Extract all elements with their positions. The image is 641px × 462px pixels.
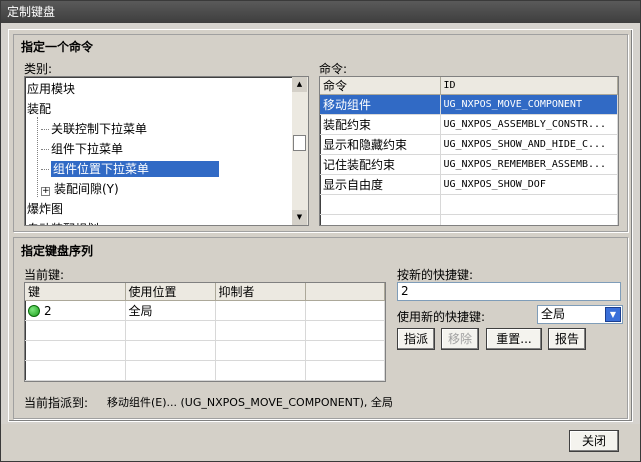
specify-command-title: 指定一个命令 bbox=[21, 40, 94, 54]
command-name: 显示和隐藏约束 bbox=[320, 134, 441, 155]
close-button[interactable]: 关闭 bbox=[569, 430, 619, 452]
empty-cell bbox=[305, 300, 385, 321]
empty-cell bbox=[25, 340, 126, 361]
current-keys-list[interactable]: 键 使用位置 抑制者 2 全局 bbox=[24, 282, 386, 382]
use-location-select[interactable]: 全局 ▼ bbox=[537, 305, 623, 324]
category-item[interactable]: 爆炸图 bbox=[27, 199, 63, 219]
column-header-command[interactable]: 命令 bbox=[320, 77, 441, 95]
command-row[interactable]: 显示和隐藏约束 UG_NXPOS_SHOW_AND_HIDE_C... bbox=[320, 134, 618, 155]
tree-connector bbox=[41, 169, 49, 170]
scroll-down-icon[interactable]: ▼ bbox=[292, 210, 307, 225]
empty-cell bbox=[215, 340, 306, 361]
dialog-body: 指定一个命令 类别: 命令: 应用模块装配关联控制下拉菜单 组件下拉菜单组件位置下… bbox=[8, 29, 633, 422]
report-button[interactable]: 报告 bbox=[548, 328, 586, 350]
current-keys-label: 当前键: bbox=[24, 268, 65, 282]
category-item[interactable]: 关联控制下拉菜单 bbox=[41, 119, 147, 139]
category-item[interactable]: 自动装配规划 bbox=[27, 219, 99, 225]
category-item-label: 自动装配规划 bbox=[27, 222, 99, 225]
command-name bbox=[320, 214, 441, 225]
command-row[interactable]: 记住装配约束 UG_NXPOS_REMEMBER_ASSEMB... bbox=[320, 154, 618, 175]
empty-cell bbox=[25, 360, 126, 381]
use-new-shortcut-label: 使用新的快捷键: bbox=[397, 310, 486, 324]
command-row[interactable]: 移动组件 UG_NXPOS_MOVE_COMPONENT bbox=[320, 94, 618, 115]
command-name: 显示自由度 bbox=[320, 174, 441, 195]
scroll-up-icon[interactable]: ▲ bbox=[292, 77, 307, 92]
category-item-label: 组件位置下拉菜单 bbox=[51, 161, 220, 177]
command-label: 命令: bbox=[319, 62, 348, 76]
category-scrollbar[interactable]: ▲ ▼ bbox=[292, 77, 308, 225]
command-row[interactable] bbox=[320, 214, 618, 225]
category-item-label: 装配间隙(Y) bbox=[54, 182, 119, 196]
category-item-label: 组件下拉菜单 bbox=[51, 142, 124, 156]
assign-button[interactable]: 指派 bbox=[397, 328, 435, 350]
new-shortcut-input[interactable]: 2 bbox=[397, 282, 621, 301]
column-header-suppressor[interactable]: 抑制者 bbox=[215, 283, 306, 301]
command-id: UG_NXPOS_REMEMBER_ASSEMB... bbox=[440, 154, 618, 175]
command-name: 记住装配约束 bbox=[320, 154, 441, 175]
key-cell: 2 bbox=[25, 300, 126, 321]
command-name: 移动组件 bbox=[320, 94, 441, 115]
command-row[interactable]: 显示自由度 UG_NXPOS_SHOW_DOF bbox=[320, 174, 618, 195]
reset-button[interactable]: 重置... bbox=[486, 328, 542, 350]
category-item[interactable]: 应用模块 bbox=[27, 79, 75, 99]
command-id: UG_NXPOS_SHOW_AND_HIDE_C... bbox=[440, 134, 618, 155]
empty-cell bbox=[125, 360, 216, 381]
key-value: 2 bbox=[44, 303, 52, 318]
key-row[interactable]: 2 全局 bbox=[25, 300, 385, 321]
category-item[interactable]: 组件下拉菜单 bbox=[41, 139, 123, 159]
empty-cell bbox=[125, 320, 216, 341]
remove-button[interactable]: 移除 bbox=[441, 328, 479, 350]
command-name: 装配约束 bbox=[320, 114, 441, 135]
category-item-label: 关联控制下拉菜单 bbox=[51, 122, 148, 136]
column-header-blank bbox=[305, 283, 385, 301]
empty-cell bbox=[215, 360, 306, 381]
assigned-to-label: 当前指派到: bbox=[24, 396, 89, 410]
status-ok-icon bbox=[28, 304, 40, 317]
category-item-label: 应用模块 bbox=[27, 82, 76, 96]
empty-cell bbox=[305, 340, 385, 361]
key-row[interactable] bbox=[25, 340, 385, 361]
empty-cell bbox=[305, 320, 385, 341]
column-header-key[interactable]: 键 bbox=[25, 283, 126, 301]
command-id: UG_NXPOS_MOVE_COMPONENT bbox=[440, 94, 618, 115]
empty-cell bbox=[305, 360, 385, 381]
dialog-footer: 关闭 bbox=[1, 424, 640, 461]
category-item[interactable]: 装配 bbox=[27, 99, 51, 119]
command-name bbox=[320, 194, 441, 215]
empty-cell bbox=[25, 320, 126, 341]
dropdown-arrow-icon[interactable]: ▼ bbox=[605, 307, 621, 322]
key-sequence-title: 指定键盘序列 bbox=[21, 244, 94, 258]
assigned-to-value: 移动组件(E)... (UG_NXPOS_MOVE_COMPONENT), 全局 bbox=[107, 396, 393, 409]
column-header-id[interactable]: ID bbox=[440, 77, 618, 95]
command-id bbox=[440, 194, 618, 215]
category-item-label: 装配 bbox=[27, 102, 52, 116]
tree-connector bbox=[41, 149, 49, 150]
use-location-value: 全局 bbox=[541, 307, 566, 321]
customize-keyboard-dialog: 定制键盘 指定一个命令 类别: 命令: 应用模块装配关联控制下拉菜单 组件下拉菜单… bbox=[0, 0, 641, 462]
empty-cell bbox=[215, 320, 306, 341]
key-row[interactable] bbox=[25, 320, 385, 341]
command-id bbox=[440, 214, 618, 225]
expand-icon[interactable]: + bbox=[41, 187, 50, 196]
suppressor-cell bbox=[215, 300, 306, 321]
category-item-label: 爆炸图 bbox=[27, 202, 64, 216]
category-item[interactable]: + 装配间隙(Y) bbox=[41, 179, 119, 199]
category-label: 类别: bbox=[24, 62, 53, 76]
tree-guide-line bbox=[37, 117, 38, 197]
command-list[interactable]: 命令 ID 移动组件 UG_NXPOS_MOVE_COMPONENT 装配约束 UG_… bbox=[319, 76, 619, 226]
command-id: UG_NXPOS_SHOW_DOF bbox=[440, 174, 618, 195]
command-id: UG_NXPOS_ASSEMBLY_CONSTR... bbox=[440, 114, 618, 135]
new-shortcut-label: 按新的快捷键: bbox=[397, 268, 474, 282]
category-item[interactable]: 组件位置下拉菜单 bbox=[41, 159, 220, 179]
column-header-location[interactable]: 使用位置 bbox=[125, 283, 216, 301]
key-row[interactable] bbox=[25, 360, 385, 381]
location-cell: 全局 bbox=[125, 300, 216, 321]
command-row[interactable]: 装配约束 UG_NXPOS_ASSEMBLY_CONSTR... bbox=[320, 114, 618, 135]
tree-connector bbox=[41, 129, 49, 130]
empty-cell bbox=[125, 340, 216, 361]
command-row[interactable] bbox=[320, 194, 618, 215]
scroll-thumb[interactable] bbox=[293, 135, 306, 151]
window-title: 定制键盘 bbox=[1, 1, 640, 23]
category-tree[interactable]: 应用模块装配关联控制下拉菜单组件下拉菜单组件位置下拉菜单 + 装配间隙(Y) 爆炸图自… bbox=[24, 76, 309, 226]
